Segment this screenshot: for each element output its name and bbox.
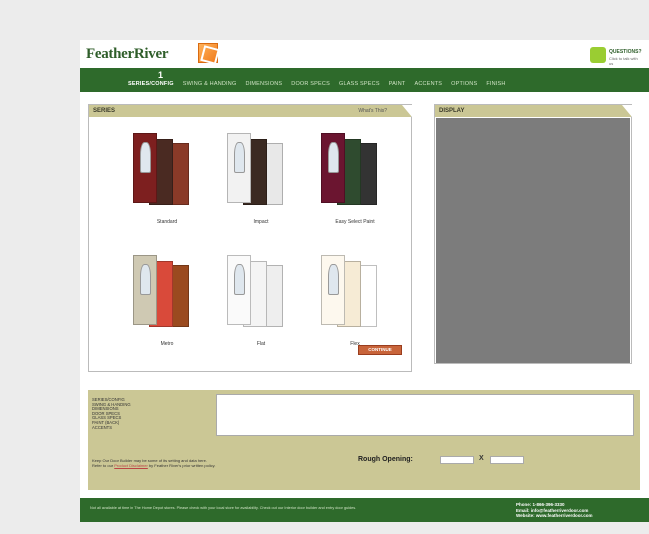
series-card-label: Easy Select Paint [335,219,375,225]
rough-opening-height-input[interactable] [490,456,524,464]
series-panel-header: SERIES What's This? [89,105,412,117]
door-thumbnail [227,255,251,325]
series-card-label: Flat [256,341,266,347]
page: FeatherRiver QUESTIONS? Click to talk wi… [80,40,649,522]
nav-step-0[interactable]: SERIES/CONFIG [128,81,174,87]
door-thumbnail [133,133,157,203]
series-card[interactable]: Easy Select Paint [315,133,395,225]
door-glass [233,142,245,173]
series-card-label: Impact [253,219,269,225]
footer-website[interactable]: Website: www.featherriverdoor.com [516,513,593,519]
series-card[interactable]: Metro [127,255,207,347]
header: FeatherRiver QUESTIONS? Click to talk wi… [80,40,649,68]
series-card-label: Standard [156,219,178,225]
questions-title: QUESTIONS? [609,49,642,55]
summary-item: ACCENTS [92,424,113,430]
questions-subtitle: Click to talk with us [609,56,638,66]
note-suffix: by Feather River's prior written policy. [148,463,216,468]
rough-opening-width-input[interactable] [440,456,474,464]
door-preview-area [436,118,630,363]
series-card[interactable]: Standard [127,133,207,225]
nav-step-3[interactable]: DOOR SPECS [291,81,330,87]
nav-step-7[interactable]: OPTIONS [451,81,477,87]
brand-logo[interactable]: FeatherRiver [86,46,169,63]
series-card[interactable]: Flex [315,255,395,347]
door-glass [327,142,339,173]
nav-step-5[interactable]: PAINT [389,81,406,87]
series-card-label: Metro [160,341,174,347]
product-disclaimer-link[interactable]: Product Disclaimer [114,463,148,468]
door-glass [139,264,151,295]
door-thumbnail [227,133,251,203]
series-card[interactable]: Impact [221,133,301,225]
door-thumbnail [133,255,157,325]
nav-step-1[interactable]: SWING & HANDING [183,81,237,87]
door-glass [139,142,151,173]
nav-step-2[interactable]: DIMENSIONS [245,81,282,87]
configuration-summary: SERIES/CONFIG SWING & HANDING DIMENSIONS DO… [88,390,640,490]
rough-opening-label: Rough Opening: [358,456,413,463]
series-card[interactable]: Flat [221,255,301,347]
door-glass [233,264,245,295]
door-thumbnail [321,255,345,325]
summary-list: SERIES/CONFIG SWING & HANDING DIMENSIONS DO… [92,397,131,430]
note-prefix: Refer to our [92,463,114,468]
footer-disclaimer: Not all available at time in The Home De… [90,506,357,510]
nav-step-8[interactable]: FINISH [486,81,505,87]
door-thumbnail [321,133,345,203]
home-depot-logo-icon [198,43,218,63]
door-glass [327,264,339,295]
display-title: DISPLAY [439,108,465,114]
nav-step-6[interactable]: ACCENTS [414,81,442,87]
step-navigation: 1 SERIES/CONFIG SWING & HANDING DIMENSIONS… [80,68,649,92]
series-panel: SERIES What's This? Standard Impact Easy S… [88,104,412,372]
display-panel: DISPLAY [434,104,632,364]
footer: Not all available at time in The Home De… [80,498,649,522]
display-panel-header: DISPLAY [435,105,632,117]
nav-step-4[interactable]: GLASS SPECS [339,81,380,87]
chat-icon [590,47,606,63]
questions-button[interactable]: QUESTIONS? Click to talk with us [590,45,642,66]
summary-details-box [216,394,634,436]
footer-contact: Phone: 1-866-396-3330 Email: info@feathe… [516,502,593,519]
summary-note: Keep Our Door Builder may be some of its… [92,458,292,468]
rough-opening-x: X [479,455,484,462]
note-line-2: Refer to our Product Disclaimer by Feath… [92,463,292,468]
current-step-number: 1 [158,70,164,80]
nav-items: SERIES/CONFIG SWING & HANDING DIMENSIONS DO… [128,81,506,87]
whats-this-link[interactable]: What's This? [358,108,387,114]
continue-button[interactable]: CONTINUE [358,345,402,355]
series-title: SERIES [93,108,116,114]
